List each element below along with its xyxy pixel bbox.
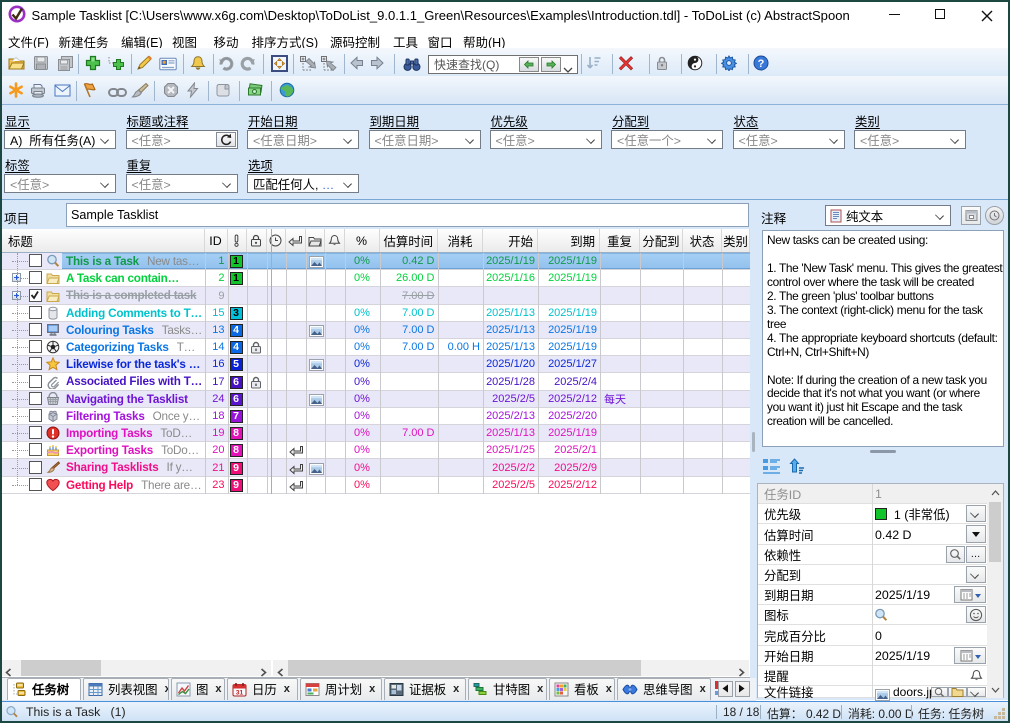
svg-text:?: ? [758,58,765,70]
svg-text:31: 31 [236,689,244,696]
